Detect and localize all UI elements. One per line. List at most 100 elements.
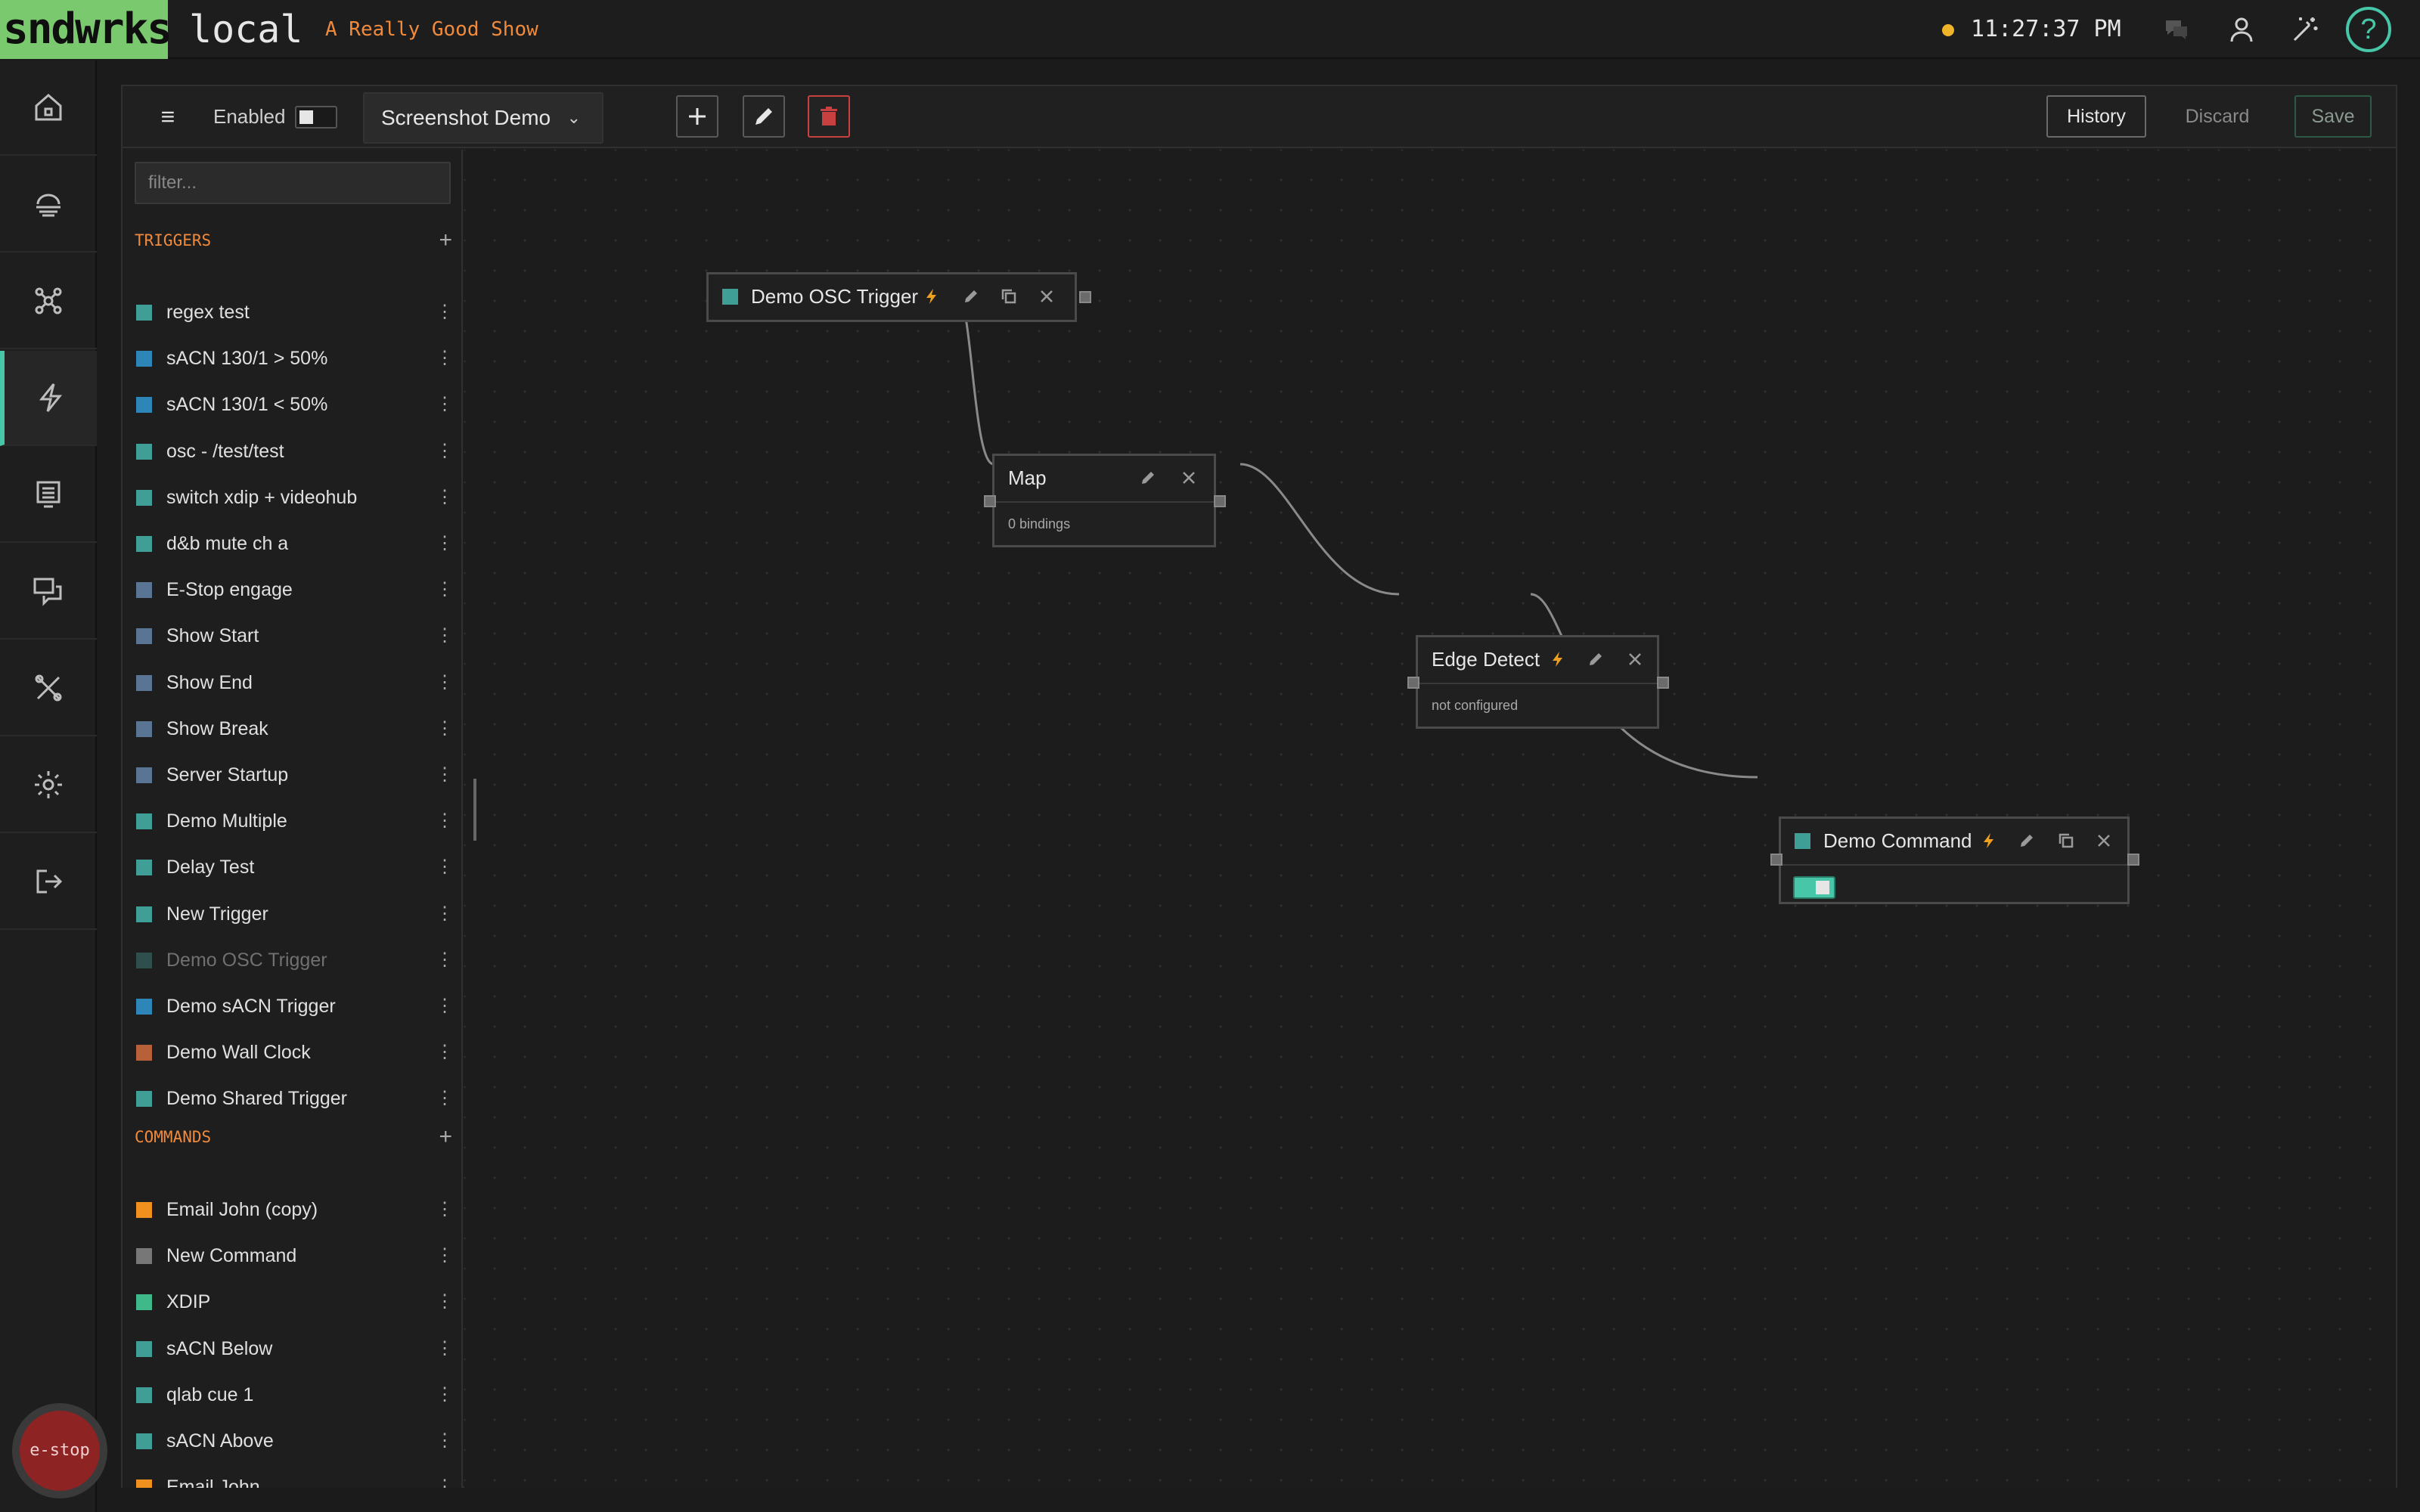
command-enable-toggle[interactable] <box>1793 876 1835 899</box>
trigger-item[interactable]: switch xdip + videohub ⋮ <box>123 474 461 521</box>
trigger-item[interactable]: Delay Test ⋮ <box>123 844 461 891</box>
kebab-menu-icon[interactable]: ⋮ <box>436 751 454 798</box>
output-port[interactable] <box>1657 677 1669 689</box>
kebab-menu-icon[interactable]: ⋮ <box>436 1278 454 1325</box>
bolt-icon[interactable] <box>922 287 942 306</box>
output-port[interactable] <box>1214 495 1226 507</box>
kebab-menu-icon[interactable]: ⋮ <box>436 705 454 752</box>
save-button[interactable]: Save <box>2294 95 2372 138</box>
pencil-icon[interactable] <box>961 287 981 306</box>
input-port[interactable] <box>1407 677 1419 689</box>
trigger-item[interactable]: Server Startup ⋮ <box>123 751 461 798</box>
command-item[interactable]: sACN Below ⋮ <box>123 1325 461 1372</box>
kebab-menu-icon[interactable]: ⋮ <box>436 1371 454 1418</box>
filter-input[interactable] <box>135 162 451 204</box>
pencil-icon[interactable] <box>1586 649 1606 669</box>
kebab-menu-icon[interactable]: ⋮ <box>436 1325 454 1372</box>
app-logo[interactable]: sndwrks <box>0 0 172 59</box>
automation-icon[interactable] <box>0 351 97 446</box>
close-icon[interactable] <box>2094 831 2114 850</box>
kebab-menu-icon[interactable]: ⋮ <box>436 937 454 984</box>
tools-icon[interactable] <box>0 641 97 736</box>
kebab-menu-icon[interactable]: ⋮ <box>436 798 454 844</box>
command-item[interactable]: Email John ⋮ <box>123 1464 461 1488</box>
pencil-icon[interactable] <box>1138 468 1158 488</box>
bolt-icon[interactable] <box>1979 831 1999 850</box>
trigger-item[interactable]: d&b mute ch a ⋮ <box>123 520 461 567</box>
command-item[interactable]: Email John (copy) ⋮ <box>123 1186 461 1233</box>
chat-icon[interactable] <box>0 544 97 640</box>
kebab-menu-icon[interactable]: ⋮ <box>436 1186 454 1233</box>
kebab-menu-icon[interactable]: ⋮ <box>436 335 454 382</box>
command-item[interactable]: sACN Above ⋮ <box>123 1418 461 1464</box>
magic-wand-icon[interactable] <box>2290 14 2320 45</box>
chat-icon[interactable] <box>2161 14 2192 45</box>
close-icon[interactable] <box>1625 649 1645 669</box>
logout-icon[interactable] <box>0 835 97 930</box>
duplicate-icon[interactable] <box>2056 831 2076 850</box>
output-port[interactable] <box>2127 854 2139 866</box>
node-demo-command[interactable]: Demo Command <box>1770 816 2139 904</box>
kebab-menu-icon[interactable]: ⋮ <box>436 428 454 475</box>
delete-flow-button[interactable] <box>808 95 850 138</box>
input-port[interactable] <box>1770 854 1782 866</box>
kebab-menu-icon[interactable]: ⋮ <box>436 1075 454 1122</box>
kebab-menu-icon[interactable]: ⋮ <box>436 1464 454 1488</box>
trigger-item[interactable]: Show Start ⋮ <box>123 612 461 659</box>
trigger-item[interactable]: osc - /test/test ⋮ <box>123 428 461 475</box>
add-trigger-icon[interactable]: + <box>439 225 452 256</box>
trigger-item[interactable]: Show Break ⋮ <box>123 705 461 752</box>
kebab-menu-icon[interactable]: ⋮ <box>436 844 454 891</box>
trigger-item[interactable]: sACN 130/1 > 50% ⋮ <box>123 335 461 382</box>
output-port[interactable] <box>1079 291 1091 303</box>
kebab-menu-icon[interactable]: ⋮ <box>436 289 454 336</box>
kebab-menu-icon[interactable]: ⋮ <box>436 566 454 613</box>
kebab-menu-icon[interactable]: ⋮ <box>436 474 454 521</box>
network-icon[interactable] <box>0 157 97 253</box>
menu-icon[interactable]: ≡ <box>153 103 183 130</box>
hub-icon[interactable] <box>0 254 97 349</box>
node-map[interactable]: Map 0 bindings <box>984 454 1226 547</box>
input-port[interactable] <box>984 495 996 507</box>
command-item[interactable]: qlab cue 1 ⋮ <box>123 1371 461 1418</box>
node-osc-trigger[interactable]: Demo OSC Trigger <box>706 272 1091 322</box>
trigger-item[interactable]: Demo Wall Clock ⋮ <box>123 1029 461 1076</box>
gear-icon[interactable] <box>0 738 97 833</box>
trigger-item[interactable]: Demo Shared Trigger ⋮ <box>123 1075 461 1122</box>
kebab-menu-icon[interactable]: ⋮ <box>436 520 454 567</box>
history-button[interactable]: History <box>2046 95 2146 138</box>
trigger-item[interactable]: E-Stop engage ⋮ <box>123 566 461 613</box>
pencil-icon[interactable] <box>2017 831 2037 850</box>
node-edge-detect[interactable]: Edge Detect not configured <box>1407 635 1669 729</box>
duplicate-icon[interactable] <box>999 287 1019 306</box>
display-icon[interactable] <box>0 448 97 543</box>
command-item[interactable]: New Command ⋮ <box>123 1232 461 1279</box>
e-stop-button[interactable]: e-stop <box>12 1403 107 1498</box>
help-icon[interactable]: ? <box>2346 7 2391 52</box>
kebab-menu-icon[interactable]: ⋮ <box>436 983 454 1030</box>
trigger-item[interactable]: Demo Multiple ⋮ <box>123 798 461 844</box>
trigger-item[interactable]: Show End ⋮ <box>123 659 461 706</box>
kebab-menu-icon[interactable]: ⋮ <box>436 659 454 706</box>
kebab-menu-icon[interactable]: ⋮ <box>436 891 454 937</box>
edit-flow-button[interactable] <box>743 95 785 138</box>
kebab-menu-icon[interactable]: ⋮ <box>436 381 454 428</box>
close-icon[interactable] <box>1037 287 1056 306</box>
trigger-item[interactable]: sACN 130/1 < 50% ⋮ <box>123 381 461 428</box>
flow-canvas[interactable]: Demo OSC Trigger Map 0 bindings Edge Det… <box>464 150 2396 1488</box>
kebab-menu-icon[interactable]: ⋮ <box>436 612 454 659</box>
add-command-icon[interactable]: + <box>439 1122 452 1152</box>
user-icon[interactable] <box>2226 14 2257 45</box>
kebab-menu-icon[interactable]: ⋮ <box>436 1029 454 1076</box>
trigger-item[interactable]: Demo sACN Trigger ⋮ <box>123 983 461 1030</box>
flow-select[interactable]: Screenshot Demo ⌄ <box>363 92 603 144</box>
home-icon[interactable] <box>0 60 97 156</box>
kebab-menu-icon[interactable]: ⋮ <box>436 1418 454 1464</box>
kebab-menu-icon[interactable]: ⋮ <box>436 1232 454 1279</box>
command-item[interactable]: XDIP ⋮ <box>123 1278 461 1325</box>
enabled-toggle[interactable] <box>295 106 337 129</box>
trigger-item[interactable]: Demo OSC Trigger ⋮ <box>123 937 461 984</box>
trigger-item[interactable]: regex test ⋮ <box>123 289 461 336</box>
bolt-icon[interactable] <box>1548 649 1568 669</box>
trigger-item[interactable]: New Trigger ⋮ <box>123 891 461 937</box>
